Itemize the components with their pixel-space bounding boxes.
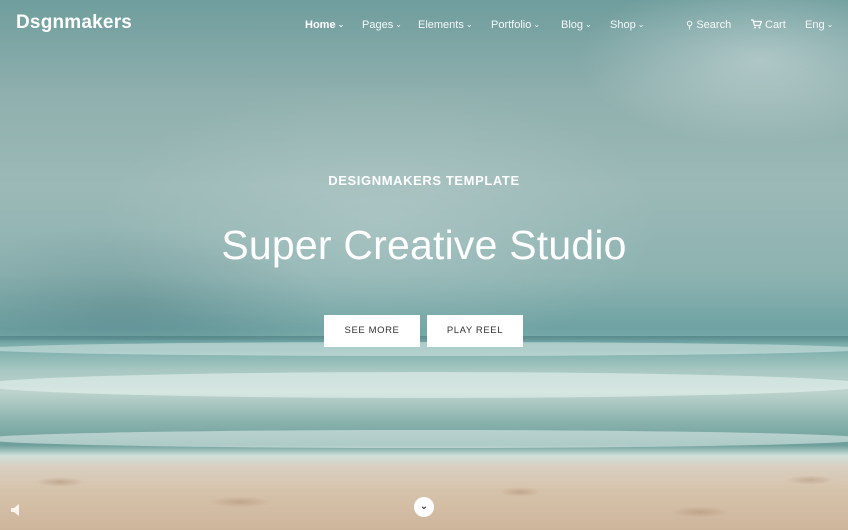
chevron-down-icon: ⌄ [533,20,541,29]
speaker-icon[interactable] [10,503,22,517]
chevron-down-icon: ⌄ [585,20,592,29]
nav-item-label: Blog [561,19,584,31]
search-icon: ⚲ [686,20,694,31]
nav-item-label: Portfolio [491,19,532,31]
hero-headline: Super Creative Studio [221,222,627,268]
cart-button[interactable]: Cart [751,19,786,31]
language-selector[interactable]: Eng ⌄ [805,19,833,31]
chevron-down-icon: ⌄ [465,20,473,29]
language-label: Eng [805,19,825,31]
sand-background [0,462,848,530]
cart-label: Cart [765,19,786,31]
nav-item-label: Home [305,19,336,31]
see-more-button[interactable]: SEE MORE [324,315,420,347]
chevron-down-icon: ⌄ [419,501,429,512]
cart-icon [751,19,763,29]
search-label: Search [696,19,732,31]
play-reel-button[interactable]: PLAY REEL [427,315,523,347]
hero-section: Dsgnmakers Home ⌄ Pages ⌄ Elements ⌄ Portfo… [0,0,848,530]
scroll-down-button[interactable]: ⌄ [414,497,434,517]
chevron-down-icon: ⌄ [395,20,402,29]
wave [0,372,848,398]
chevron-down-icon: ⌄ [637,20,645,29]
chevron-down-icon: ⌄ [337,20,345,29]
nav-item-shop[interactable]: Shop ⌄ [610,19,644,31]
chevron-down-icon: ⌄ [826,20,834,29]
wave [0,342,848,356]
nav-item-home[interactable]: Home ⌄ [305,19,344,31]
wave [0,430,848,448]
nav-item-elements[interactable]: Elements ⌄ [418,19,473,31]
nav-item-label: Shop [610,19,636,31]
nav-item-portfolio[interactable]: Portfolio ⌄ [491,19,540,31]
sky-background [0,0,848,340]
search-button[interactable]: ⚲ Search [686,19,731,31]
nav-item-label: Pages [362,19,394,31]
site-logo[interactable]: Dsgnmakers [16,12,132,34]
nav-item-pages[interactable]: Pages ⌄ [362,19,402,31]
hero-kicker: DESIGNMAKERS TEMPLATE [328,173,520,188]
nav-item-label: Elements [418,19,464,31]
nav-item-blog[interactable]: Blog ⌄ [561,19,592,31]
